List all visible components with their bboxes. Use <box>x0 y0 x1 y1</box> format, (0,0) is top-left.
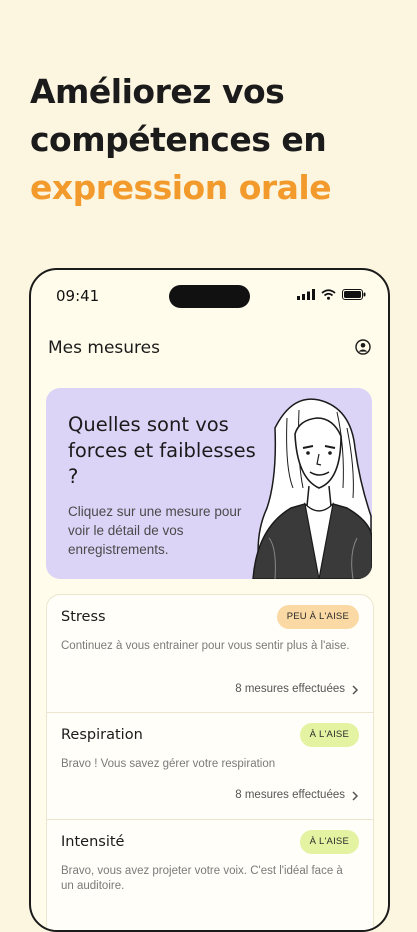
measure-title: Intensité <box>61 834 125 850</box>
intro-card: Quelles sont vos forces et faiblesses ? … <box>46 388 372 579</box>
headline-line-3: expression orale <box>30 168 332 207</box>
status-time: 09:41 <box>56 287 100 305</box>
battery-icon <box>342 289 366 300</box>
page-title: Mes mesures <box>48 338 160 358</box>
measure-title: Stress <box>61 609 106 625</box>
measure-description: Bravo ! Vous savez gérer votre respirati… <box>61 758 276 770</box>
intro-card-text: Cliquez sur une mesure pour voir le déta… <box>68 504 242 557</box>
system-icons <box>297 289 366 300</box>
character-illustration <box>252 398 372 579</box>
measure-description: Continuez à vous entrainer pour vous sen… <box>61 640 350 652</box>
wifi-icon <box>321 289 336 300</box>
profile-icon[interactable] <box>355 339 371 355</box>
status-badge: À L'AISE <box>299 723 359 747</box>
measure-item-intensite[interactable]: Intensité À L'AISE Bravo, vous avez proj… <box>47 819 373 930</box>
status-bar: 09:41 <box>31 270 388 326</box>
dynamic-island <box>169 285 250 308</box>
status-badge: À L'AISE <box>299 830 359 854</box>
measure-description: Bravo, vous avez projeter votre voix. C'… <box>61 865 343 892</box>
chevron-right-icon[interactable] <box>351 791 359 801</box>
measures-list: Stress PEU À L'AISE Continuez à vous ent… <box>46 594 374 930</box>
measure-item-stress[interactable]: Stress PEU À L'AISE Continuez à vous ent… <box>47 595 373 712</box>
measure-item-respiration[interactable]: Respiration À L'AISE Bravo ! Vous savez … <box>47 712 373 820</box>
signal-icon <box>297 289 315 300</box>
app-header: Mes mesures <box>48 338 371 362</box>
measure-count[interactable]: 8 mesures effectuées <box>235 789 345 801</box>
chevron-right-icon[interactable] <box>351 685 359 695</box>
headline-line-1: Améliorez vos <box>30 72 285 111</box>
status-badge: PEU À L'AISE <box>276 605 359 629</box>
measure-count[interactable]: 8 mesures effectuées <box>235 683 345 695</box>
headline: Améliorez vos compétences en expression … <box>30 68 332 212</box>
phone-frame: 09:41 Mes mesures Quelles sont vos force… <box>29 268 390 932</box>
headline-line-2: compétences en <box>30 120 327 159</box>
measure-title: Respiration <box>61 727 143 743</box>
intro-card-title: Quelles sont vos forces et faiblesses ? <box>68 413 256 488</box>
